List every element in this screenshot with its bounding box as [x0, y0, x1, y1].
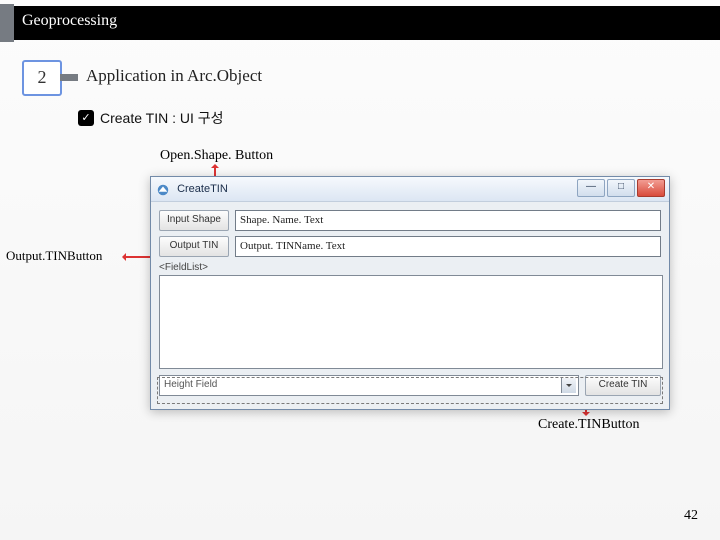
- shape-name-field[interactable]: Shape. Name. Text: [235, 210, 661, 231]
- maximize-button[interactable]: □: [607, 179, 635, 197]
- section-title: Application in Arc.Object: [86, 66, 262, 86]
- minimize-button[interactable]: —: [577, 179, 605, 197]
- check-icon: ✓: [78, 110, 94, 126]
- dialog-app-icon: [156, 182, 170, 196]
- field-list-label: <FieldList>: [159, 262, 661, 273]
- section-number-stub: [60, 74, 78, 81]
- output-tin-name-field[interactable]: Output. TINName. Text: [235, 236, 661, 257]
- page-title: Geoprocessing: [22, 12, 117, 30]
- field-list-box[interactable]: [159, 275, 663, 369]
- create-tin-dialog: CreateTIN — □ ✕ Input Shape Shape. Name.…: [150, 176, 670, 410]
- create-tin-button[interactable]: Create TIN: [585, 375, 661, 396]
- output-tin-button[interactable]: Output TIN: [159, 236, 229, 257]
- dialog-titlebar[interactable]: CreateTIN — □ ✕: [151, 177, 669, 202]
- section-number: 2: [22, 60, 62, 96]
- header-accent: [0, 4, 14, 42]
- close-button[interactable]: ✕: [637, 179, 665, 197]
- annotation-output-tin-button: Output.TINButton: [6, 248, 102, 264]
- height-field-combo[interactable]: Height Field: [159, 375, 579, 396]
- input-shape-button[interactable]: Input Shape: [159, 210, 229, 231]
- bullet-label: Create TIN : UI 구성: [100, 108, 224, 128]
- page-number: 42: [684, 508, 698, 524]
- dialog-title: CreateTIN: [177, 183, 228, 195]
